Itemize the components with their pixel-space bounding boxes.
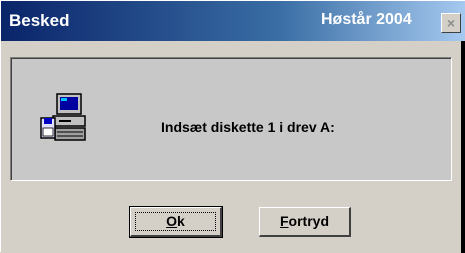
window-title: Besked — [9, 11, 70, 30]
title-bar[interactable]: Besked Høstår 2004 × — [1, 1, 465, 41]
cancel-button-label: ortryd — [288, 213, 329, 229]
message-panel: Indsæt diskette 1 i drev A: — [10, 57, 452, 181]
message-text: Indsæt diskette 1 i drev A: — [161, 119, 335, 135]
cancel-button[interactable]: Fortryd — [259, 207, 351, 237]
computer-disk-icon — [40, 93, 86, 141]
ok-button[interactable]: Ok — [129, 206, 223, 238]
window-edge — [461, 41, 465, 253]
window-subtitle: Høstår 2004 — [321, 11, 412, 28]
focus-rectangle — [135, 212, 216, 231]
cancel-button-mnemonic: F — [279, 213, 289, 229]
close-icon: × — [446, 15, 456, 31]
close-button[interactable]: × — [441, 13, 461, 33]
message-dialog: Besked Høstår 2004 × Indsæt diskette 1 i… — [0, 0, 465, 253]
